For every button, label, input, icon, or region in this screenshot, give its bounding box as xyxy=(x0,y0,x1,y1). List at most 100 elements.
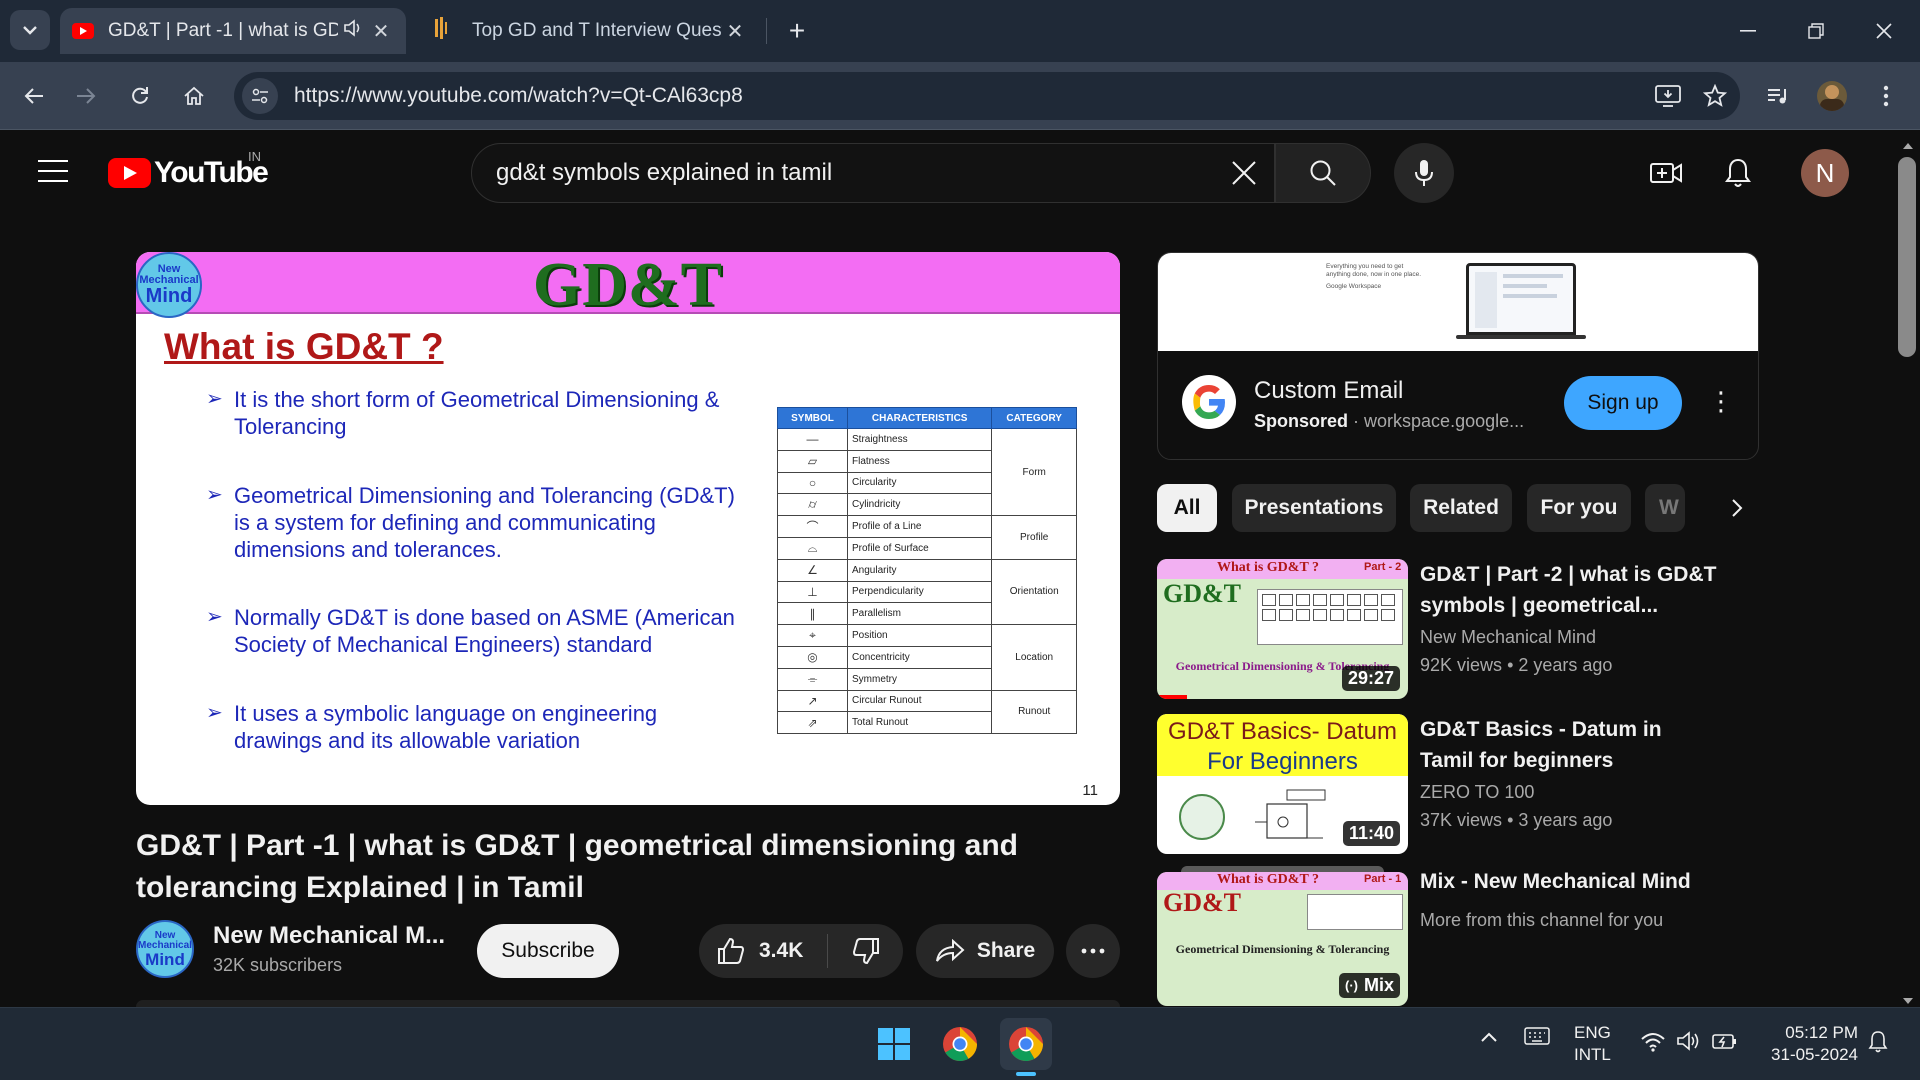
ad-menu-icon[interactable]: ⋮ xyxy=(1708,387,1734,421)
input-language[interactable]: ENG INTL xyxy=(1574,1022,1611,1066)
windows-taskbar: ENG INTL 05:12 PM 31-05-2024 xyxy=(0,1007,1920,1080)
chip-related[interactable]: Related xyxy=(1410,484,1512,532)
video-player[interactable]: New Mechanical Mind GD&T What is GD&T ? … xyxy=(136,252,1120,805)
table-row: ↗ Circular Runout Runout xyxy=(777,689,1077,735)
table-category: Profile xyxy=(991,515,1077,560)
youtube-masthead: YouTube IN gd&t symbols explained in tam… xyxy=(0,131,1900,215)
wifi-icon[interactable] xyxy=(1640,1032,1666,1057)
notifications-bell-icon[interactable] xyxy=(1716,151,1760,195)
tab-inactive[interactable]: Top GD and T Interview Questions ✕ xyxy=(420,8,760,54)
mix-label: Mix xyxy=(1363,975,1394,995)
video-thumbnail[interactable]: GD&T Basics- Datum For Beginners 11:40 xyxy=(1157,714,1408,854)
table-category: Runout xyxy=(991,689,1077,735)
gdt-symbol-icon: ⌯ xyxy=(777,667,848,691)
search-button[interactable] xyxy=(1275,143,1371,203)
ad-title[interactable]: Custom Email xyxy=(1254,377,1403,405)
scroll-up-arrow-icon[interactable] xyxy=(1902,137,1914,149)
chrome-taskbar-icon[interactable] xyxy=(934,1018,986,1070)
reload-button[interactable] xyxy=(120,76,160,116)
logo-text: Mind xyxy=(145,949,185,969)
watch-progress-bar xyxy=(1157,695,1187,699)
table-category: Orientation xyxy=(991,558,1077,626)
restore-button[interactable] xyxy=(1796,14,1836,48)
tab-active[interactable]: GD&T | Part -1 | what is GD&T | geometri… xyxy=(60,8,406,54)
notification-center-bell-icon[interactable] xyxy=(1868,1030,1888,1059)
volume-icon[interactable] xyxy=(1676,1030,1702,1057)
install-app-icon[interactable] xyxy=(1646,85,1690,107)
scroll-down-arrow-icon[interactable] xyxy=(1902,992,1914,1004)
video-title[interactable]: GD&T Basics - Datum in Tamil for beginne… xyxy=(1420,714,1720,776)
video-thumbnail[interactable]: What is GD&T ? Part - 1 GD&T Geometrical… xyxy=(1157,872,1408,1006)
youtube-logo[interactable]: YouTube xyxy=(108,156,269,190)
chip-presentations[interactable]: Presentations xyxy=(1232,484,1396,532)
description-box-edge xyxy=(136,1000,1120,1007)
bullet-item: It is the short form of Geometrical Dime… xyxy=(206,386,746,440)
chip-next-arrow-icon[interactable] xyxy=(1713,484,1761,532)
chip-partial[interactable]: W xyxy=(1645,484,1685,532)
video-thumbnail[interactable]: What is GD&T ? Part - 2 GD&T Geometrical… xyxy=(1157,559,1408,699)
tab-search-button[interactable] xyxy=(10,10,50,50)
close-window-button[interactable] xyxy=(1864,14,1904,48)
table-cell: Profile of Surface xyxy=(846,536,993,560)
dislike-button[interactable] xyxy=(828,924,903,978)
chip-for-you[interactable]: For you xyxy=(1527,484,1631,532)
profile-avatar-icon[interactable] xyxy=(1812,76,1852,116)
clock[interactable]: 05:12 PM 31-05-2024 xyxy=(1754,1022,1858,1066)
scrollbar-thumb[interactable] xyxy=(1898,157,1916,357)
gdt-symbol-icon: — xyxy=(777,428,848,451)
chip-all[interactable]: All xyxy=(1157,484,1217,532)
sponsored-ad-card[interactable]: Everything you need to get anything done… xyxy=(1157,252,1759,460)
video-title[interactable]: GD&T | Part -2 | what is GD&T symbols | … xyxy=(1420,559,1720,621)
guide-menu-icon[interactable] xyxy=(38,160,68,184)
mix-badge: (·) Mix xyxy=(1338,973,1400,998)
bullet-item: It uses a symbolic language on engineeri… xyxy=(206,700,746,754)
more-actions-button[interactable] xyxy=(1066,924,1120,978)
show-hidden-icons-chevron-icon[interactable] xyxy=(1480,1030,1498,1048)
start-button[interactable] xyxy=(868,1018,920,1070)
close-tab-icon[interactable]: ✕ xyxy=(368,19,394,44)
site-info-icon[interactable] xyxy=(242,78,278,114)
browser-menu-icon[interactable] xyxy=(1866,76,1906,116)
search-query[interactable]: gd&t symbols explained in tamil xyxy=(496,159,1214,187)
keyboard-icon[interactable] xyxy=(1524,1026,1550,1051)
thumb-text: For Beginners xyxy=(1207,748,1358,775)
subscribe-button[interactable]: Subscribe xyxy=(477,924,619,978)
video-stats: 37K views • 3 years ago xyxy=(1420,806,1612,834)
gdt-symbol-icon: ⌭ xyxy=(777,493,848,517)
url-text[interactable]: https://www.youtube.com/watch?v=Qt-CAl63… xyxy=(294,84,1646,108)
battery-charging-icon[interactable] xyxy=(1712,1030,1738,1057)
home-button[interactable] xyxy=(174,76,214,116)
new-tab-button[interactable]: + xyxy=(780,14,814,48)
forward-button[interactable] xyxy=(66,76,106,116)
search-input[interactable]: gd&t symbols explained in tamil xyxy=(471,143,1275,203)
chrome-active-taskbar-icon[interactable] xyxy=(1000,1018,1052,1076)
ad-signup-button[interactable]: Sign up xyxy=(1564,376,1682,430)
channel-name[interactable]: ZERO TO 100 xyxy=(1420,778,1534,806)
recommended-mix[interactable]: What is GD&T ? Part - 1 GD&T Geometrical… xyxy=(1157,866,1767,1006)
recommended-video[interactable]: GD&T Basics- Datum For Beginners 11:40 G… xyxy=(1157,714,1767,854)
speaker-icon[interactable] xyxy=(338,19,368,43)
bullet-item: Normally GD&T is done based on ASME (Ame… xyxy=(206,604,746,658)
bullet-item: Geometrical Dimensioning and Tolerancing… xyxy=(206,482,746,563)
active-indicator xyxy=(1016,1072,1036,1076)
gdt-symbol-icon: ○ xyxy=(777,471,848,495)
table-cell: Position xyxy=(846,624,993,647)
video-title[interactable]: Mix - New Mechanical Mind xyxy=(1420,866,1720,897)
back-button[interactable] xyxy=(14,76,54,116)
voice-search-button[interactable] xyxy=(1394,143,1454,203)
address-bar[interactable]: https://www.youtube.com/watch?v=Qt-CAl63… xyxy=(234,72,1740,120)
minimize-button[interactable] xyxy=(1728,14,1768,48)
thumbs-up-icon xyxy=(718,937,745,964)
account-avatar[interactable]: N xyxy=(1801,149,1849,197)
like-button[interactable]: 3.4K xyxy=(699,924,827,978)
bookmark-star-icon[interactable] xyxy=(1690,84,1740,108)
media-control-icon[interactable] xyxy=(1758,76,1798,116)
channel-avatar[interactable]: New Mechanical Mind xyxy=(136,920,194,978)
clear-search-icon[interactable] xyxy=(1214,143,1274,203)
create-video-icon[interactable] xyxy=(1644,151,1688,195)
channel-name[interactable]: New Mechanical Mind xyxy=(1420,623,1596,651)
share-button[interactable]: Share xyxy=(916,924,1054,978)
channel-name[interactable]: New Mechanical M... xyxy=(213,922,445,950)
recommended-video[interactable]: What is GD&T ? Part - 2 GD&T Geometrical… xyxy=(1157,559,1767,699)
close-tab-icon[interactable]: ✕ xyxy=(722,19,748,44)
